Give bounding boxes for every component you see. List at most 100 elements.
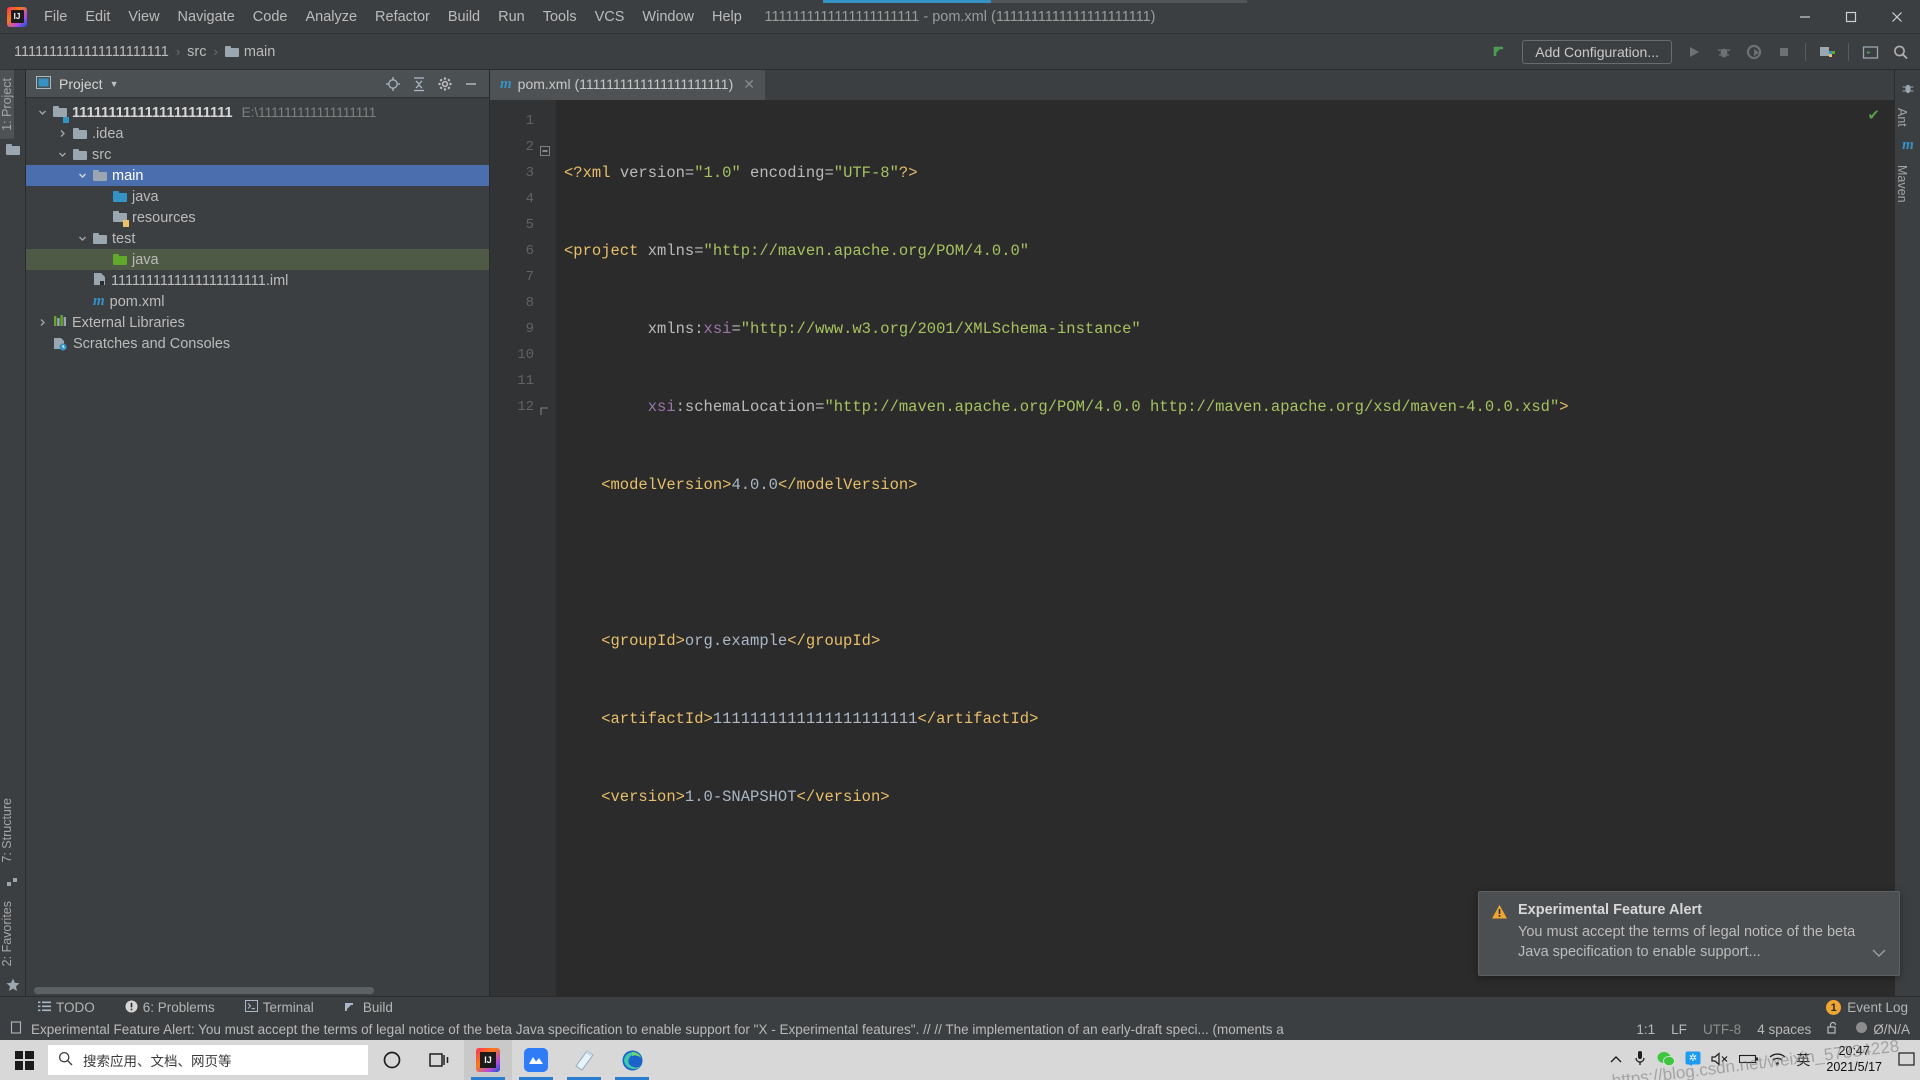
menu-run[interactable]: Run [489, 5, 534, 29]
tool-button-terminal[interactable]: Terminal [244, 1000, 314, 1015]
tree-row-test-java[interactable]: java [26, 249, 489, 270]
status-message[interactable]: Experimental Feature Alert: You must acc… [31, 1022, 1284, 1037]
action-center-icon[interactable] [1898, 1051, 1916, 1070]
bluetooth-message-icon[interactable]: ✲ [1685, 1051, 1701, 1070]
collapse-all-icon[interactable] [407, 72, 431, 96]
minimize-button[interactable] [1782, 0, 1828, 34]
chevron-down-icon[interactable] [76, 169, 89, 182]
memory-indicator[interactable]: Ø/N/A [1855, 1021, 1910, 1037]
unlocked-icon[interactable] [1827, 1021, 1839, 1038]
chevron-down-icon[interactable]: ▼ [110, 79, 119, 89]
settings-gear-icon[interactable] [433, 72, 457, 96]
menu-window[interactable]: Window [633, 5, 703, 29]
menu-navigate[interactable]: Navigate [169, 5, 244, 29]
task-view-icon[interactable] [416, 1040, 464, 1080]
menu-vcs[interactable]: VCS [586, 5, 634, 29]
line-number: 7 [525, 269, 534, 285]
menu-build[interactable]: Build [439, 5, 489, 29]
event-log-button[interactable]: 1 Event Log [1826, 1000, 1908, 1015]
start-button[interactable] [0, 1040, 48, 1080]
project-structure-icon[interactable] [1813, 38, 1841, 66]
editor-tab-pom-xml[interactable]: m pom.xml (1111111111111111111111) ✕ [490, 70, 765, 100]
wifi-icon[interactable] [1769, 1052, 1786, 1069]
search-everywhere-icon[interactable] [1886, 38, 1914, 66]
breadcrumb-main[interactable]: main [224, 44, 275, 60]
star-icon [0, 974, 26, 996]
menu-file[interactable]: File [35, 5, 76, 29]
tree-row-main-java[interactable]: java [26, 186, 489, 207]
menu-view[interactable]: View [119, 5, 168, 29]
chevron-right-icon[interactable] [56, 127, 69, 140]
tree-row-idea[interactable]: .idea [26, 123, 489, 144]
taskbar-app-intellij-idea[interactable]: IJ [464, 1040, 512, 1080]
chevron-down-icon[interactable] [56, 148, 69, 161]
menu-analyze[interactable]: Analyze [296, 5, 366, 29]
taskbar-app-notepad[interactable] [560, 1040, 608, 1080]
menu-edit[interactable]: Edit [76, 5, 119, 29]
project-tree[interactable]: 1111111111111111111111 E:\11111111111111… [26, 98, 489, 996]
sidebar-item-structure[interactable]: 7: Structure [0, 790, 14, 871]
line-separator[interactable]: LF [1671, 1022, 1687, 1037]
indent-setting[interactable]: 4 spaces [1757, 1022, 1811, 1037]
update-project-icon[interactable] [1486, 38, 1514, 66]
fold-end-icon[interactable] [540, 401, 551, 415]
chevron-right-icon[interactable] [36, 316, 49, 329]
stop-icon[interactable] [1770, 38, 1798, 66]
code-content[interactable]: <?xml version="1.0" encoding="UTF-8"?> <… [556, 100, 1894, 996]
tree-row-project-root[interactable]: 1111111111111111111111 E:\11111111111111… [26, 102, 489, 123]
tree-row-main[interactable]: main [26, 165, 489, 186]
ime-indicator[interactable]: 英 [1796, 1050, 1810, 1070]
tree-row-resources[interactable]: resources [26, 207, 489, 228]
wechat-icon[interactable] [1657, 1051, 1676, 1070]
taskbar-clock[interactable]: 20:47 2021/5/17 [1820, 1044, 1888, 1075]
tree-row-pom-xml[interactable]: m pom.xml [26, 291, 489, 312]
chevron-down-icon[interactable] [36, 106, 49, 119]
status-message-icon[interactable] [10, 1021, 23, 1037]
breadcrumb-project[interactable]: 1111111111111111111111 [14, 44, 169, 60]
inspection-status-icon[interactable]: ✔ [1867, 106, 1880, 124]
cortana-icon[interactable] [368, 1040, 416, 1080]
tree-row-test[interactable]: test [26, 228, 489, 249]
notification-popup[interactable]: Experimental Feature Alert You must acce… [1478, 890, 1900, 976]
tree-row-external-libraries[interactable]: External Libraries [26, 312, 489, 333]
sidebar-item-project[interactable]: 1: Project [0, 70, 14, 139]
tool-button-problems[interactable]: 6: Problems [125, 1000, 215, 1016]
sidebar-item-favorites[interactable]: 2: Favorites [0, 893, 14, 974]
tree-row-src[interactable]: src [26, 144, 489, 165]
caret-position[interactable]: 1:1 [1636, 1022, 1655, 1037]
taskbar-app-blue-mountain[interactable] [512, 1040, 560, 1080]
breadcrumb-src[interactable]: src [187, 44, 206, 60]
debug-icon[interactable] [1710, 38, 1738, 66]
tool-button-todo[interactable]: TODO [38, 1000, 95, 1015]
close-icon[interactable]: ✕ [743, 76, 755, 93]
tree-row-iml-file[interactable]: 1111111111111111111111.iml [26, 270, 489, 291]
menu-tools[interactable]: Tools [534, 5, 586, 29]
maximize-button[interactable] [1828, 0, 1874, 34]
menu-code[interactable]: Code [244, 5, 297, 29]
locate-icon[interactable] [381, 72, 405, 96]
battery-icon[interactable] [1739, 1053, 1759, 1068]
run-with-coverage-icon[interactable] [1740, 38, 1768, 66]
menu-refactor[interactable]: Refactor [366, 5, 439, 29]
terminal-icon[interactable] [1856, 38, 1884, 66]
sidebar-item-maven[interactable]: Maven [1895, 157, 1909, 211]
add-configuration-button[interactable]: Add Configuration... [1522, 40, 1672, 64]
volume-muted-icon[interactable] [1711, 1051, 1729, 1069]
fold-collapse-icon[interactable] [540, 141, 551, 156]
run-icon[interactable] [1680, 38, 1708, 66]
code-editor[interactable]: 1 2 3 4 5 6 7 8 9 10 11 12 <?xml version… [490, 100, 1894, 996]
tray-expand-icon[interactable] [1609, 1053, 1623, 1068]
taskbar-search-input[interactable]: 搜索应用、文档、网页等 [48, 1045, 368, 1075]
tool-button-build[interactable]: Build [344, 1000, 393, 1016]
sidebar-item-ant[interactable]: Ant [1895, 100, 1909, 135]
microphone-icon[interactable] [1633, 1050, 1647, 1070]
file-encoding[interactable]: UTF-8 [1703, 1022, 1741, 1037]
tree-row-scratches-and-consoles[interactable]: Scratches and Consoles [26, 333, 489, 354]
hide-panel-icon[interactable] [459, 72, 483, 96]
chevron-down-icon[interactable] [1871, 945, 1887, 961]
chevron-down-icon[interactable] [76, 232, 89, 245]
close-button[interactable] [1874, 0, 1920, 34]
taskbar-app-microsoft-edge[interactable] [608, 1040, 656, 1080]
project-tree-horizontal-scrollbar[interactable] [34, 987, 374, 994]
menu-help[interactable]: Help [703, 5, 751, 29]
